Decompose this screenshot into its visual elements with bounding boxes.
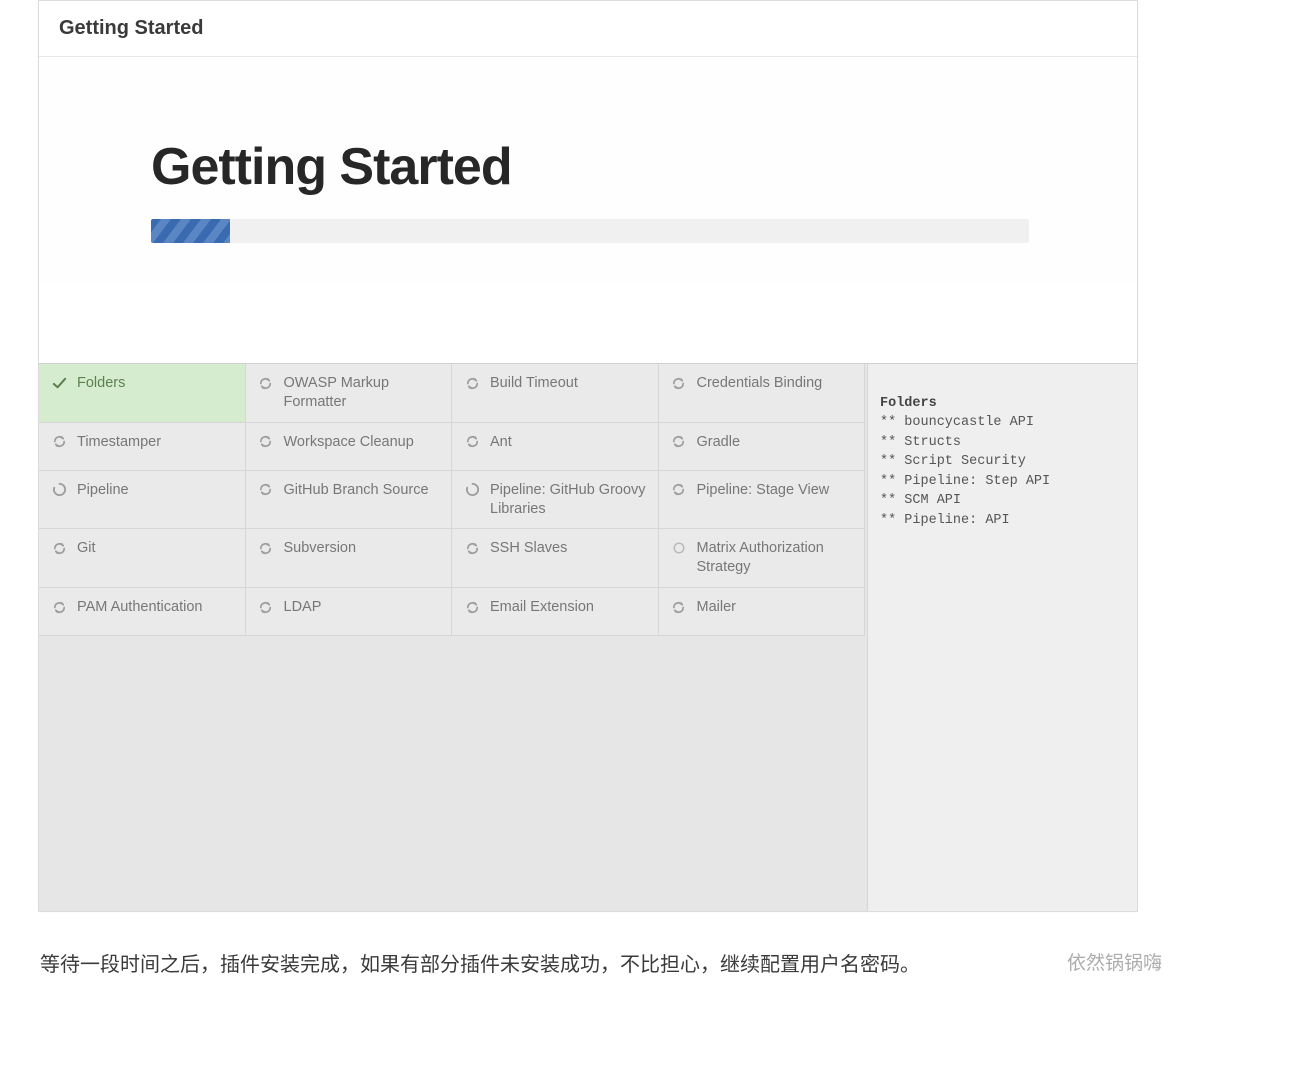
refresh-icon bbox=[51, 540, 67, 556]
plugin-cell: OWASP Markup Formatter bbox=[246, 364, 453, 423]
plugin-cell: SSH Slaves bbox=[452, 529, 659, 588]
plugin-label: Workspace Cleanup bbox=[284, 433, 442, 452]
refresh-icon bbox=[258, 482, 274, 498]
refresh-icon bbox=[51, 434, 67, 450]
check-icon bbox=[51, 375, 67, 391]
refresh-icon bbox=[258, 434, 274, 450]
refresh-icon bbox=[464, 540, 480, 556]
plugin-cell: Email Extension bbox=[452, 588, 659, 636]
plugin-cell: Timestamper bbox=[39, 423, 246, 471]
refresh-icon bbox=[258, 540, 274, 556]
plugin-label: Pipeline: Stage View bbox=[697, 481, 855, 500]
plugin-label: Ant bbox=[490, 433, 648, 452]
log-line: ** bouncycastle API bbox=[880, 413, 1125, 433]
refresh-icon bbox=[671, 599, 687, 615]
header-title: Getting Started bbox=[59, 17, 203, 39]
plugin-row: Git Subversion SSH Slaves Matrix Authorizat… bbox=[39, 529, 867, 588]
plugin-label: Email Extension bbox=[490, 598, 648, 617]
log-line: ** Pipeline: API bbox=[880, 511, 1125, 531]
plugin-label: Folders bbox=[77, 374, 235, 393]
plugin-label: Git bbox=[77, 539, 235, 558]
refresh-icon bbox=[258, 375, 274, 391]
plugin-cell: Gradle bbox=[659, 423, 866, 471]
plugin-label: Pipeline bbox=[77, 481, 235, 500]
plugin-cell: Folders bbox=[39, 364, 246, 423]
refresh-icon bbox=[258, 599, 274, 615]
plugin-label: Matrix Authorization Strategy bbox=[697, 539, 855, 577]
plugin-label: PAM Authentication bbox=[77, 598, 235, 617]
log-line: ** Script Security bbox=[880, 452, 1125, 472]
plugin-cell: Matrix Authorization Strategy bbox=[659, 529, 866, 588]
plugin-cell: Build Timeout bbox=[452, 364, 659, 423]
dialog-header: Getting Started bbox=[39, 1, 1137, 57]
log-line: ** Structs bbox=[880, 433, 1125, 453]
progress-bar-track bbox=[151, 219, 1029, 243]
plugin-cell: Credentials Binding bbox=[659, 364, 866, 423]
refresh-icon bbox=[671, 375, 687, 391]
plugin-label: Timestamper bbox=[77, 433, 235, 452]
circle-icon bbox=[671, 540, 687, 556]
caption-text: 等待一段时间之后，插件安装完成，如果有部分插件未安装成功，不比担心，继续配置用户… bbox=[40, 948, 920, 977]
plugin-label: Gradle bbox=[697, 433, 855, 452]
plugin-cell: Git bbox=[39, 529, 246, 588]
watermark-text: 依然锅锅嗨 bbox=[1067, 948, 1162, 975]
refresh-icon bbox=[671, 482, 687, 498]
plugin-label: GitHub Branch Source bbox=[284, 481, 442, 500]
spinner-icon bbox=[51, 482, 67, 498]
plugin-row: Timestamper Workspace Cleanup Ant Gradle bbox=[39, 423, 867, 471]
refresh-icon bbox=[51, 599, 67, 615]
refresh-icon bbox=[464, 434, 480, 450]
page-title: Getting Started bbox=[151, 137, 1025, 197]
plugin-label: OWASP Markup Formatter bbox=[284, 374, 442, 412]
log-line: ** SCM API bbox=[880, 491, 1125, 511]
plugin-cell: Ant bbox=[452, 423, 659, 471]
content-area: Folders OWASP Markup Formatter Build Timeo… bbox=[39, 363, 1137, 911]
refresh-icon bbox=[464, 375, 480, 391]
plugin-grid: Folders OWASP Markup Formatter Build Timeo… bbox=[39, 364, 867, 911]
plugin-row: PAM Authentication LDAP Email Extension Mai… bbox=[39, 588, 867, 636]
grid-empty-space bbox=[39, 636, 867, 911]
setup-dialog: Getting Started Getting Started Folders O… bbox=[38, 0, 1138, 912]
plugin-row: Pipeline GitHub Branch Source Pipeline: Gi… bbox=[39, 471, 867, 530]
plugin-label: LDAP bbox=[284, 598, 442, 617]
hero-section: Getting Started bbox=[39, 57, 1137, 283]
plugin-cell: Workspace Cleanup bbox=[246, 423, 453, 471]
spinner-icon bbox=[464, 482, 480, 498]
plugin-label: Build Timeout bbox=[490, 374, 648, 393]
plugin-label: Subversion bbox=[284, 539, 442, 558]
refresh-icon bbox=[464, 599, 480, 615]
log-line: ** Pipeline: Step API bbox=[880, 472, 1125, 492]
plugin-cell: PAM Authentication bbox=[39, 588, 246, 636]
plugin-cell: Pipeline: GitHub Groovy Libraries bbox=[452, 471, 659, 530]
plugin-cell: Subversion bbox=[246, 529, 453, 588]
plugin-label: Mailer bbox=[697, 598, 855, 617]
plugin-label: Credentials Binding bbox=[697, 374, 855, 393]
refresh-icon bbox=[671, 434, 687, 450]
install-log: Folders ** bouncycastle API** Structs** … bbox=[867, 364, 1137, 911]
plugin-cell: GitHub Branch Source bbox=[246, 471, 453, 530]
plugin-label: Pipeline: GitHub Groovy Libraries bbox=[490, 481, 648, 519]
progress-bar-fill bbox=[151, 219, 230, 243]
plugin-cell: Pipeline: Stage View bbox=[659, 471, 866, 530]
plugin-label: SSH Slaves bbox=[490, 539, 648, 558]
plugin-cell: Mailer bbox=[659, 588, 866, 636]
plugin-row: Folders OWASP Markup Formatter Build Timeo… bbox=[39, 364, 867, 423]
plugin-cell: Pipeline bbox=[39, 471, 246, 530]
log-title: Folders bbox=[880, 396, 937, 411]
plugin-cell: LDAP bbox=[246, 588, 453, 636]
